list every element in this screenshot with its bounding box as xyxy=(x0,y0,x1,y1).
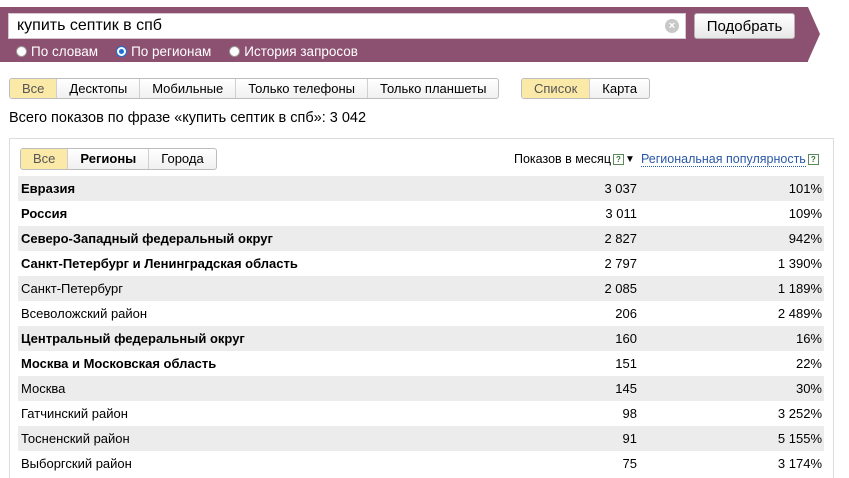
region-name: Санкт-Петербург и Ленинградская область xyxy=(21,256,298,271)
sort-desc-icon[interactable]: ▼ xyxy=(625,154,635,165)
radio-label: По регионам xyxy=(131,43,212,59)
shows-value: 206 xyxy=(615,306,637,321)
region-name: Центральный федеральный округ xyxy=(21,331,245,346)
table-row: Тосненский район 91 5 155% xyxy=(18,426,824,451)
popularity-value: 2 489% xyxy=(777,306,822,321)
shows-value: 91 xyxy=(622,431,637,446)
region-name: Северо-Западный федеральный округ xyxy=(21,231,273,246)
popularity-value: 3 252% xyxy=(777,406,822,421)
region-name: Санкт-Петербург xyxy=(21,281,123,296)
help-icon[interactable]: ? xyxy=(613,153,624,165)
search-input[interactable] xyxy=(9,14,649,38)
radio-history[interactable]: История запросов xyxy=(229,44,358,59)
region-name: Всеволожский район xyxy=(21,306,148,321)
popularity-value: 1 390% xyxy=(777,256,822,271)
table-row: Санкт-Петербург 2 085 1 189% xyxy=(18,276,824,301)
popularity-value: 101% xyxy=(788,181,822,196)
shows-value: 151 xyxy=(615,356,637,371)
table-row: Гатчинский район 98 3 252% xyxy=(18,401,824,426)
search-mode-radios: По словам По регионам История запросов xyxy=(16,42,376,60)
help-icon[interactable]: ? xyxy=(807,154,819,165)
total-impressions: Всего показов по фразе «купить септик в … xyxy=(9,110,367,126)
table-row: Москва и Московская область 151 22% xyxy=(18,351,824,376)
device-filter: Все Десктопы Мобильные Только телефоны Т… xyxy=(9,78,500,99)
popularity-value: 1 189% xyxy=(777,281,822,296)
shows-value: 98 xyxy=(622,406,637,421)
device-filter-all[interactable]: Все xyxy=(10,79,58,98)
view-filter: Список Карта xyxy=(521,78,651,99)
radio-by-words[interactable]: По словам xyxy=(16,44,98,59)
shows-value: 3 011 xyxy=(605,206,637,221)
column-header-popularity-label[interactable]: Региональная популярность xyxy=(641,152,806,167)
region-name: Россия xyxy=(21,206,68,221)
region-filter-cities[interactable]: Города xyxy=(149,149,215,169)
table-row: Выборгский район 75 3 174% xyxy=(18,451,824,476)
radio-dot[interactable] xyxy=(116,45,128,57)
popularity-value: 109% xyxy=(788,206,822,221)
shows-value: 3 037 xyxy=(604,181,637,196)
view-list-button[interactable]: Список xyxy=(522,79,591,98)
region-name: Москва xyxy=(21,381,66,396)
search-box: × xyxy=(8,13,686,39)
radio-label: История запросов xyxy=(244,43,358,59)
region-name: Выборгский район xyxy=(21,456,132,471)
view-map-button[interactable]: Карта xyxy=(590,79,649,98)
results-table: Евразия 3 037 101% Россия 3 011 109% Северо-За… xyxy=(18,176,824,476)
table-row: Москва 145 30% xyxy=(18,376,824,401)
table-row: Евразия 3 037 101% xyxy=(18,176,824,201)
clear-icon[interactable]: × xyxy=(665,19,679,33)
popularity-value: 3 174% xyxy=(777,456,822,471)
region-filter: Все Регионы Города xyxy=(20,148,217,170)
popularity-value: 22% xyxy=(795,356,822,371)
region-name: Москва и Московская область xyxy=(21,356,217,371)
shows-value: 145 xyxy=(615,381,637,396)
region-filter-regions[interactable]: Регионы xyxy=(68,149,150,169)
device-filter-tablets[interactable]: Только планшеты xyxy=(368,79,498,98)
radio-dot[interactable] xyxy=(16,45,27,57)
band-arrow xyxy=(808,7,820,61)
shows-value: 2 085 xyxy=(604,281,637,296)
table-row: Центральный федеральный округ 160 16% xyxy=(18,326,824,351)
region-name: Тосненский район xyxy=(21,431,130,446)
column-header-shows[interactable]: Показов в месяц ? ▼ xyxy=(514,152,635,166)
shows-value: 2 797 xyxy=(604,256,637,271)
submit-button[interactable]: Подобрать xyxy=(694,13,795,39)
radio-by-regions[interactable]: По регионам xyxy=(116,44,211,59)
radio-dot[interactable] xyxy=(229,45,241,57)
popularity-value: 16% xyxy=(795,331,822,346)
shows-value: 2 827 xyxy=(604,231,637,246)
device-filter-phones[interactable]: Только телефоны xyxy=(236,79,369,98)
device-filter-desktops[interactable]: Десктопы xyxy=(57,79,141,98)
region-name: Гатчинский район xyxy=(21,406,128,421)
device-filter-mobile[interactable]: Мобильные xyxy=(140,79,237,98)
popularity-value: 30% xyxy=(795,381,822,396)
table-row: Санкт-Петербург и Ленинградская область 2… xyxy=(18,251,824,276)
table-row: Россия 3 011 109% xyxy=(18,201,824,226)
popularity-value: 942% xyxy=(788,231,822,246)
shows-value: 75 xyxy=(622,456,637,471)
table-row: Северо-Западный федеральный округ 2 827 94… xyxy=(18,226,824,251)
popularity-value: 5 155% xyxy=(777,431,822,446)
column-header-popularity[interactable]: Региональная популярность ? xyxy=(641,152,819,167)
radio-label: По словам xyxy=(31,43,99,59)
region-filter-all[interactable]: Все xyxy=(21,149,69,169)
column-header-shows-label: Показов в месяц xyxy=(514,152,611,166)
shows-value: 160 xyxy=(615,331,637,346)
table-row: Всеволожский район 206 2 489% xyxy=(18,301,824,326)
region-name: Евразия xyxy=(21,181,76,196)
